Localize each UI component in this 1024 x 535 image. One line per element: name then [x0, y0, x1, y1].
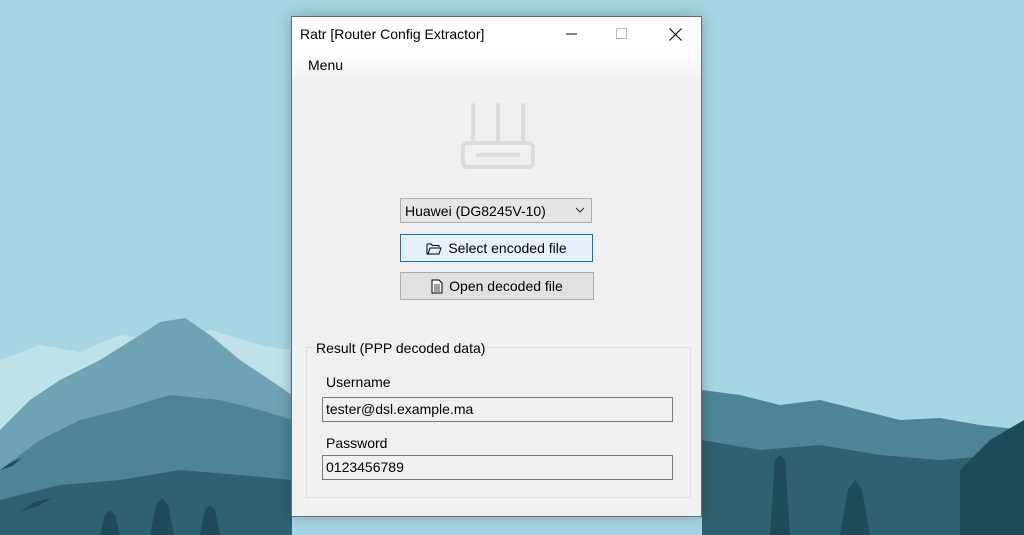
open-decoded-file-button[interactable]: Open decoded file [400, 272, 594, 300]
document-icon [431, 279, 443, 293]
window-title: Ratr [Router Config Extractor] [300, 26, 485, 42]
username-field[interactable]: tester@dsl.example.ma [322, 397, 673, 422]
menu-bar: Menu [292, 51, 701, 78]
folder-open-icon [426, 243, 443, 254]
menu-item-menu[interactable]: Menu [308, 57, 343, 73]
select-encoded-file-label: Select encoded file [448, 240, 567, 256]
router-icon [461, 103, 535, 169]
minimize-icon [566, 33, 577, 35]
select-encoded-file-button[interactable]: Select encoded file [400, 234, 593, 262]
password-label: Password [326, 435, 388, 451]
minimize-button[interactable] [549, 17, 595, 51]
close-icon [668, 27, 682, 41]
result-groupbox-title: Result (PPP decoded data) [314, 340, 488, 356]
password-field[interactable]: 0123456789 [322, 455, 673, 480]
app-window: Ratr [Router Config Extractor] Menu Huaw… [291, 16, 702, 517]
title-bar[interactable]: Ratr [Router Config Extractor] [292, 17, 701, 51]
maximize-icon [616, 28, 627, 39]
router-model-value: Huawei (DG8245V-10) [405, 203, 546, 219]
router-model-select[interactable]: Huawei (DG8245V-10) [400, 198, 592, 223]
close-button[interactable] [652, 17, 698, 51]
result-groupbox: Result (PPP decoded data) Username teste… [306, 340, 691, 498]
chevron-down-icon [575, 207, 585, 213]
username-label: Username [326, 374, 391, 390]
maximize-button[interactable] [599, 17, 645, 51]
open-decoded-file-label: Open decoded file [449, 278, 563, 294]
